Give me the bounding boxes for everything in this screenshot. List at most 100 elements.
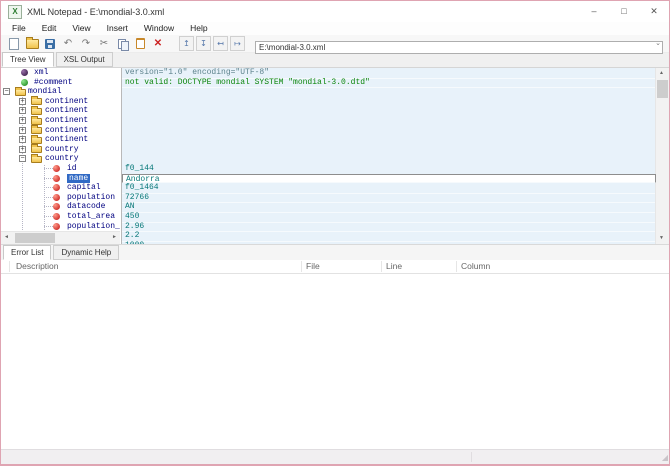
bottom-tabstrip: Error List Dynamic Help bbox=[1, 244, 669, 260]
delete-button[interactable]: ✕ bbox=[150, 36, 166, 51]
value-cell[interactable] bbox=[122, 97, 656, 107]
expand-icon[interactable]: + bbox=[19, 127, 26, 134]
tree-row[interactable]: + continent bbox=[1, 106, 120, 116]
attribute-icon bbox=[53, 194, 60, 201]
value-cell[interactable] bbox=[122, 126, 656, 136]
column-separator bbox=[9, 261, 10, 272]
nudge-down-icon: ↧ bbox=[200, 39, 207, 48]
value-editor[interactable]: Andorra bbox=[122, 174, 656, 184]
copy-button[interactable] bbox=[114, 36, 130, 51]
save-button[interactable] bbox=[42, 36, 58, 51]
attribute-icon bbox=[53, 203, 60, 210]
redo-button[interactable]: ↷ bbox=[78, 36, 94, 51]
address-input[interactable] bbox=[255, 41, 663, 54]
new-button[interactable] bbox=[6, 36, 22, 51]
maximize-icon[interactable]: □ bbox=[609, 1, 639, 22]
value-cell[interactable] bbox=[122, 145, 656, 155]
tab-dynamic-help[interactable]: Dynamic Help bbox=[53, 245, 119, 260]
nudge-right-button[interactable]: ↦ bbox=[230, 36, 245, 51]
tree-row[interactable]: +continent bbox=[1, 126, 120, 136]
view-tabstrip: Tree View XSL Output bbox=[1, 53, 669, 68]
collapse-icon[interactable]: − bbox=[3, 88, 10, 95]
window-title: XML Notepad - E:\mondial-3.0.xml bbox=[27, 7, 579, 17]
nudge-up-button[interactable]: ↥ bbox=[179, 36, 194, 51]
tab-tree-view[interactable]: Tree View bbox=[2, 52, 54, 67]
status-bar: ◢ bbox=[1, 449, 669, 464]
tree-row[interactable]: −country bbox=[1, 154, 120, 164]
collapse-icon[interactable]: − bbox=[19, 155, 26, 162]
tree-node-label: datacode bbox=[67, 202, 105, 212]
attribute-icon bbox=[53, 165, 60, 172]
menu-view[interactable]: View bbox=[64, 22, 98, 35]
tree-row[interactable]: id bbox=[1, 164, 120, 174]
copy-icon bbox=[118, 39, 127, 49]
menu-file[interactable]: File bbox=[4, 22, 34, 35]
attribute-icon bbox=[53, 223, 60, 230]
expand-icon[interactable]: + bbox=[19, 146, 26, 153]
hscroll-thumb[interactable] bbox=[15, 233, 55, 243]
tree-node-label: continent bbox=[45, 106, 88, 116]
column-column[interactable]: Column bbox=[461, 261, 490, 271]
open-folder-icon bbox=[26, 39, 39, 49]
expand-icon[interactable]: + bbox=[19, 98, 26, 105]
scroll-up-icon[interactable]: ▲ bbox=[656, 68, 667, 79]
tree-row[interactable]: capital bbox=[1, 183, 120, 193]
open-button[interactable] bbox=[24, 36, 40, 51]
tree-node-label: country bbox=[45, 145, 79, 155]
value-cell[interactable] bbox=[122, 154, 656, 164]
menu-edit[interactable]: Edit bbox=[34, 22, 65, 35]
scroll-right-icon[interactable]: ► bbox=[109, 232, 120, 243]
xml-tree[interactable]: xml#comment−mondial+continent+continent+… bbox=[1, 68, 120, 244]
value-cell[interactable] bbox=[122, 135, 656, 145]
tree-row[interactable]: population bbox=[1, 193, 120, 203]
tree-row[interactable]: datacode bbox=[1, 202, 120, 212]
value-panel[interactable]: version="1.0" encoding="UTF-8"not valid:… bbox=[121, 68, 656, 244]
tab-error-list[interactable]: Error List bbox=[3, 245, 51, 260]
menu-insert[interactable]: Insert bbox=[99, 22, 136, 35]
value-cell[interactable] bbox=[122, 116, 656, 126]
tree-connector bbox=[44, 178, 53, 179]
tree-row[interactable]: + country bbox=[1, 145, 120, 155]
column-file[interactable]: File bbox=[306, 261, 320, 271]
tree-row[interactable]: xml bbox=[1, 68, 120, 78]
scroll-left-icon[interactable]: ◄ bbox=[1, 232, 12, 243]
column-description[interactable]: Description bbox=[16, 261, 59, 271]
vertical-scrollbar[interactable]: ▲ ▼ bbox=[655, 68, 669, 244]
chevron-down-icon[interactable]: ⌄ bbox=[655, 38, 661, 49]
nudge-down-button[interactable]: ↧ bbox=[196, 36, 211, 51]
resize-grip-icon[interactable]: ◢ bbox=[662, 452, 668, 464]
tree-row[interactable]: +continent bbox=[1, 97, 120, 107]
tree-row[interactable]: +continent bbox=[1, 135, 120, 145]
value-cell[interactable] bbox=[122, 87, 656, 97]
tree-row[interactable]: total_area bbox=[1, 212, 120, 222]
nudge-right-icon: ↦ bbox=[234, 39, 241, 48]
redo-icon: ↷ bbox=[82, 36, 90, 51]
xml-notepad-window: X XML Notepad - E:\mondial-3.0.xml – □ ✕… bbox=[0, 0, 670, 466]
tree-row[interactable]: name bbox=[1, 174, 120, 184]
error-list-body bbox=[1, 274, 669, 450]
expand-icon[interactable]: + bbox=[19, 107, 26, 114]
paste-button[interactable] bbox=[132, 36, 148, 51]
column-separator bbox=[381, 261, 382, 272]
menu-help[interactable]: Help bbox=[182, 22, 215, 35]
value-cell[interactable] bbox=[122, 106, 656, 116]
status-separator bbox=[471, 452, 472, 462]
tree-connector bbox=[44, 206, 53, 207]
expand-icon[interactable]: + bbox=[19, 117, 26, 124]
nudge-left-button[interactable]: ↤ bbox=[213, 36, 228, 51]
scissors-icon: ✂ bbox=[100, 36, 108, 51]
undo-button[interactable]: ↶ bbox=[60, 36, 76, 51]
tab-xsl-output[interactable]: XSL Output bbox=[56, 52, 113, 67]
minimize-icon[interactable]: – bbox=[579, 1, 609, 22]
tree-row[interactable]: −mondial bbox=[1, 87, 120, 97]
expand-icon[interactable]: + bbox=[19, 136, 26, 143]
menu-window[interactable]: Window bbox=[136, 22, 182, 35]
column-line[interactable]: Line bbox=[386, 261, 402, 271]
cut-button[interactable]: ✂ bbox=[96, 36, 112, 51]
close-icon[interactable]: ✕ bbox=[639, 1, 669, 22]
tree-horizontal-scrollbar[interactable]: ◄ ► bbox=[1, 231, 120, 244]
vscroll-thumb[interactable] bbox=[657, 80, 668, 98]
value-cell[interactable]: 1000 bbox=[122, 241, 656, 244]
scroll-down-icon[interactable]: ▼ bbox=[656, 233, 667, 244]
tree-row[interactable]: +continent bbox=[1, 116, 120, 126]
